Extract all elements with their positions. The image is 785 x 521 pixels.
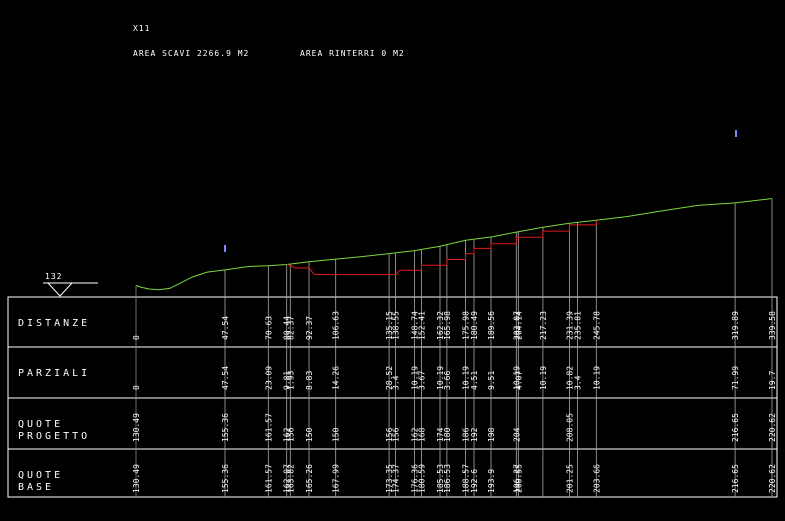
parziale-value: 8.83 — [305, 371, 314, 390]
quota-base-value: 161.57 — [264, 464, 273, 493]
parziale-value: 19.7 — [768, 371, 777, 390]
parziale-value: 1.93 — [286, 371, 295, 390]
parziale-value: 10.19 — [539, 366, 548, 390]
section-title: X11 — [133, 24, 150, 33]
quota-progetto-value: 198 — [487, 427, 496, 442]
quota-base-value: 163.82 — [286, 464, 295, 493]
distanza-value: 180.49 — [470, 311, 479, 340]
quota-progetto-value: 155.36 — [221, 413, 230, 442]
quota-base-value: 167.99 — [332, 464, 341, 493]
quota-progetto-value: 150 — [332, 427, 341, 442]
parziale-value: 71.99 — [731, 366, 740, 390]
quota-progetto-value: 180 — [443, 427, 452, 442]
parziale-value: 4.51 — [470, 371, 479, 390]
distanza-value: 204.14 — [514, 311, 523, 340]
quota-base-value: 186.53 — [443, 464, 452, 493]
distanza-value: 152.41 — [417, 311, 426, 340]
quote-base-values: 130.49 155.36 161.57 162.07163.82 165.26 167.… — [132, 464, 777, 493]
row-label-quote-base-2: BASE — [18, 482, 54, 493]
parziale-value: 3.67 — [417, 371, 426, 390]
datum-triangle — [47, 282, 73, 297]
quota-progetto-value: 216.65 — [731, 413, 740, 442]
row-label-quote-progetto-1: QUOTE — [18, 419, 63, 430]
quota-progetto-value: 204 — [512, 427, 521, 442]
row-label-parziali: PARZIALI — [18, 368, 90, 379]
quota-progetto-value: 220.62 — [768, 413, 777, 442]
quota-base-value: 216.65 — [731, 464, 740, 493]
distanza-value: 235.81 — [574, 311, 583, 340]
quota-base-value: 201.25 — [565, 464, 574, 493]
row-label-quote-progetto-2: PROGETTO — [18, 431, 90, 442]
parziale-value: 3.4 — [574, 375, 583, 390]
quota-base-value: 193.9 — [487, 469, 496, 493]
distanza-value: 245.78 — [592, 311, 601, 340]
distanza-value: 189.56 — [487, 311, 496, 340]
project-profile-line — [286, 220, 597, 276]
distanza-value: 47.54 — [221, 316, 230, 340]
ground-profile-line — [135, 198, 773, 291]
datum-label: 132 — [45, 272, 62, 281]
distanza-value: 138.55 — [392, 311, 401, 340]
quota-progetto-value: 161.57 — [264, 413, 273, 442]
parziale-value: 10.19 — [592, 366, 601, 390]
area-scavi-label: AREA SCAVI 2266.9 M2 — [133, 49, 249, 58]
parziale-value: 47.54 — [221, 366, 230, 390]
section-canvas: X11 AREA SCAVI 2266.9 M2 AREA RINTERRI 0… — [7, 24, 778, 498]
distanza-value: 165.98 — [443, 311, 452, 340]
parziale-value: 4.07 — [514, 371, 523, 390]
quota-base-value: 155.36 — [221, 464, 230, 493]
row-label-distanze: DISTANZE — [18, 318, 90, 329]
quote-progetto-values: 130.49 155.36 161.57 162156 150 150 156156 1621… — [132, 413, 777, 442]
parziale-value: 9.51 — [487, 371, 496, 390]
area-rinterri-label: AREA RINTERRI 0 M2 — [300, 49, 405, 58]
row-label-quote-base-1: QUOTE — [18, 470, 63, 481]
parziale-value: 3.4 — [392, 375, 401, 390]
parziale-value: 3.66 — [443, 371, 452, 390]
distanza-value: 0 — [132, 335, 141, 340]
quota-base-value: 203.66 — [592, 464, 601, 493]
parziale-value: 0 — [132, 385, 141, 390]
quota-progetto-value: 156 — [286, 427, 295, 442]
quota-base-value: 165.26 — [305, 464, 314, 493]
distanza-value: 82.37 — [286, 316, 295, 340]
quota-progetto-value: 150 — [305, 427, 314, 442]
quota-base-value: 130.49 — [132, 464, 141, 493]
quota-base-value: 220.62 — [768, 464, 777, 493]
distanze-values: 0 47.54 70.63 80.4482.37 92.37 106.63 135.1513… — [132, 311, 777, 340]
cad-section-drawing: X11 AREA SCAVI 2266.9 M2 AREA RINTERRI 0… — [0, 0, 785, 521]
quota-base-value: 180.59 — [417, 464, 426, 493]
distanza-value: 319.89 — [731, 311, 740, 340]
quota-progetto-value: 130.49 — [132, 413, 141, 442]
distanza-value: 339.58 — [768, 311, 777, 340]
parziale-value: 14.26 — [332, 366, 341, 390]
quota-progetto-value: 208.05 — [565, 413, 574, 442]
quota-progetto-value: 168 — [417, 427, 426, 442]
distanza-value: 106.63 — [332, 311, 341, 340]
parziali-values: 0 47.54 23.09 9.811.93 8.83 14.26 28.523.4 10.1… — [132, 366, 777, 390]
quota-progetto-value: 192 — [470, 427, 479, 442]
quota-base-value: 174.37 — [392, 464, 401, 493]
quota-base-value: 200.55 — [514, 464, 523, 493]
quota-progetto-value: 156 — [392, 427, 401, 442]
distanza-value: 92.37 — [305, 316, 314, 340]
parziale-value: 23.09 — [264, 366, 273, 390]
quota-base-value: 192.6 — [470, 469, 479, 493]
distanza-value: 70.63 — [264, 316, 273, 340]
distanza-value: 217.23 — [539, 311, 548, 340]
